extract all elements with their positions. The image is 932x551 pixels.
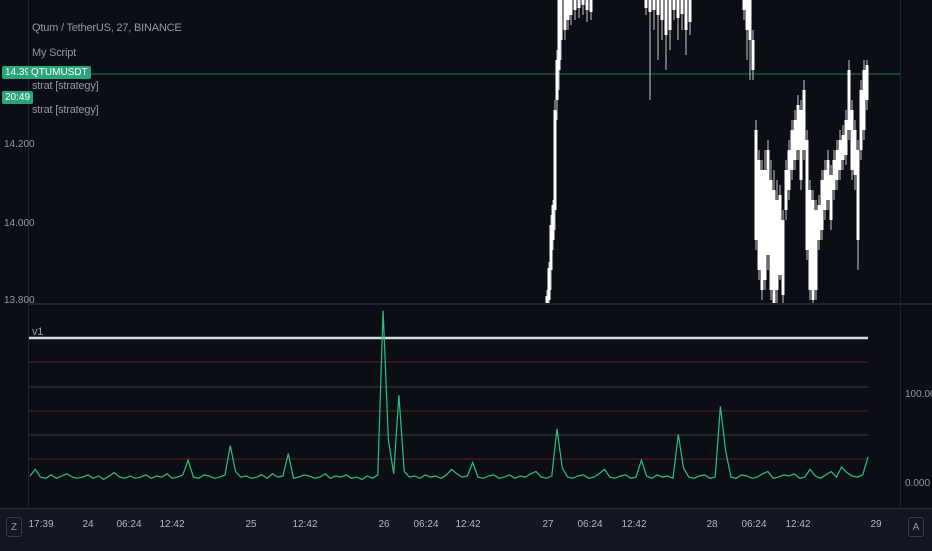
- candle: [829, 165, 833, 230]
- candle: [754, 120, 758, 250]
- reference-lines: [28, 336, 868, 460]
- script-name[interactable]: My Script: [32, 47, 76, 59]
- candle: [775, 180, 779, 303]
- candle: [850, 100, 854, 180]
- indicator-label[interactable]: v1: [32, 326, 43, 338]
- candle: [817, 195, 821, 250]
- price-tick: 14.000: [4, 218, 35, 229]
- candle: [823, 160, 827, 220]
- candle: [589, 0, 593, 20]
- candle: [757, 150, 761, 280]
- candle: [799, 100, 803, 190]
- candle: [796, 95, 800, 160]
- candle: [566, 0, 570, 30]
- candle: [802, 80, 806, 160]
- candle: [760, 160, 764, 300]
- time-tick: 12:42: [292, 519, 318, 530]
- candle: [763, 150, 767, 290]
- candle: [787, 140, 791, 200]
- candle: [805, 130, 809, 260]
- price-chart[interactable]: [28, 0, 900, 303]
- strategy-legend-2[interactable]: strat [strategy]: [32, 104, 99, 116]
- timezone-button[interactable]: Z: [6, 517, 22, 537]
- candle: [859, 80, 863, 160]
- candle: [644, 0, 648, 15]
- candle: [648, 0, 652, 100]
- time-tick: 12:42: [785, 519, 811, 530]
- candle: [841, 125, 845, 170]
- candle: [814, 200, 818, 300]
- bar-countdown: 20:49: [2, 91, 34, 104]
- candle: [832, 150, 836, 200]
- time-tick: 29: [870, 519, 882, 530]
- candle: [862, 60, 866, 140]
- time-tick: 28: [706, 519, 718, 530]
- indicator-chart[interactable]: [28, 305, 900, 505]
- candle: [652, 0, 656, 30]
- candle: [853, 120, 857, 190]
- candle: [563, 0, 567, 40]
- indicator-tick: 100.000: [905, 389, 932, 400]
- candle: [688, 0, 692, 35]
- time-tick: 27: [542, 519, 554, 530]
- candle: [573, 0, 577, 20]
- time-tick: 12:42: [159, 519, 185, 530]
- candle: [569, 0, 573, 25]
- candle: [680, 0, 684, 30]
- candle: [766, 140, 770, 270]
- candle: [668, 0, 672, 50]
- candle: [751, 30, 755, 80]
- time-tick: 12:42: [455, 519, 481, 530]
- candle: [784, 160, 788, 220]
- candle: [772, 170, 776, 303]
- candle: [847, 60, 851, 140]
- symbol-badge: QTUMUSDT: [28, 66, 91, 79]
- candle: [793, 110, 797, 170]
- price-scale-right[interactable]: 100.000 0.000: [900, 0, 932, 510]
- candle: [811, 190, 815, 303]
- candle: [745, 0, 749, 60]
- time-tick: 06:24: [413, 519, 439, 530]
- candle: [790, 120, 794, 180]
- candle: [820, 170, 824, 240]
- time-tick: 12:42: [621, 519, 647, 530]
- auto-scale-button[interactable]: A: [908, 517, 924, 537]
- strategy-legend-1[interactable]: strat [strategy]: [32, 80, 99, 92]
- candle: [581, 0, 585, 15]
- candle: [742, 0, 746, 20]
- candle: [778, 185, 782, 280]
- price-tick: 14.200: [4, 139, 35, 150]
- time-tick: 06:24: [577, 519, 603, 530]
- candle: [844, 110, 848, 165]
- candle: [664, 0, 668, 70]
- time-axis[interactable]: Z A 17:39 24 06:24 12:42 25 12:42 26 06:24 12:42…: [0, 508, 932, 551]
- price-tick: 13.800: [4, 295, 35, 306]
- candle: [856, 140, 860, 270]
- time-tick: 26: [378, 519, 390, 530]
- indicator-tick: 0.000: [905, 478, 931, 489]
- candle: [865, 60, 869, 110]
- time-tick: 25: [245, 519, 257, 530]
- time-tick: 24: [82, 519, 94, 530]
- candle: [808, 180, 812, 300]
- candle: [676, 0, 680, 40]
- candle: [577, 0, 581, 18]
- time-tick: 06:24: [116, 519, 142, 530]
- time-tick: 17:39: [28, 519, 54, 530]
- candle: [835, 140, 839, 190]
- candle: [769, 160, 773, 300]
- candle: [585, 0, 589, 22]
- candle: [660, 0, 664, 40]
- time-tick: 06:24: [741, 519, 767, 530]
- candle: [781, 210, 785, 303]
- symbol-title[interactable]: Qtum / TetherUS, 27, BINANCE: [32, 22, 182, 34]
- candlesticks: [545, 0, 869, 303]
- candle: [656, 0, 660, 60]
- candle: [684, 0, 688, 55]
- candle: [672, 0, 676, 20]
- candle: [826, 150, 830, 210]
- candle: [838, 130, 842, 180]
- candle: [748, 0, 752, 80]
- indicator-series-line: [29, 310, 869, 481]
